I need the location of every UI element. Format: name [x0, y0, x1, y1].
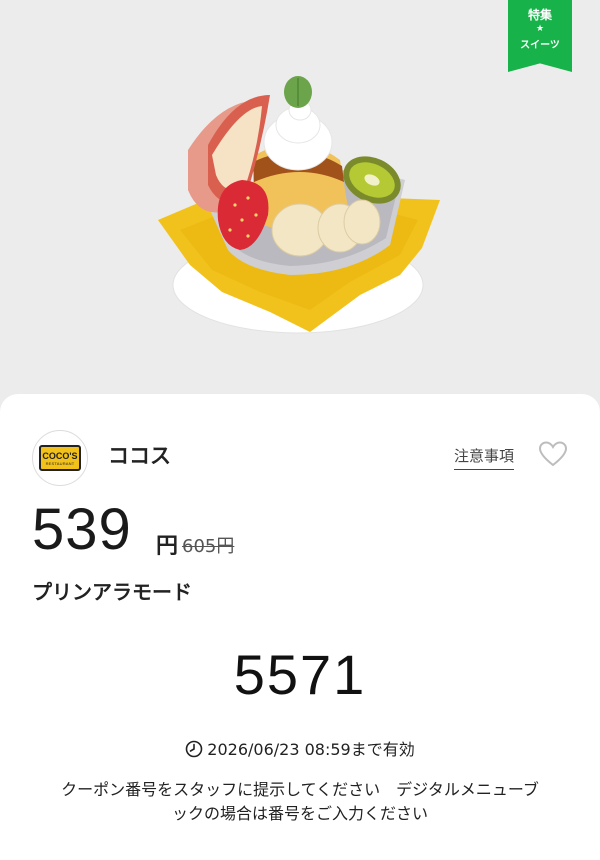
logo-text: COCO'S: [42, 450, 78, 461]
shop-name: ココス: [108, 444, 171, 468]
original-price: 605円: [182, 536, 235, 557]
item-name: プリンアラモード: [32, 580, 192, 604]
heart-outline-icon[interactable]: [538, 440, 568, 468]
shop-logo: COCO'S RESTAURANT: [32, 430, 88, 486]
badge-title: 特集: [527, 8, 552, 22]
hero-image-area: 特集 ★ スイーツ: [0, 0, 600, 400]
instruction-line-1: クーポン番号をスタッフに提示してください デジタルメニューブ: [61, 780, 539, 799]
notes-link[interactable]: 注意事項: [454, 445, 515, 470]
dessert-image: [158, 76, 440, 334]
clock-icon: [185, 740, 203, 758]
instruction-line-2: ックの場合は番号をご入力ください: [171, 804, 428, 823]
price-unit: 円: [156, 534, 179, 559]
star-icon: ★: [535, 24, 545, 34]
coupon-card: COCO'S RESTAURANT ココス 注意事項 539 円 605円 プリ…: [0, 394, 600, 860]
coupon-code: 5571: [233, 643, 367, 706]
current-price: 539: [32, 497, 132, 562]
expiry-row: 2026/06/23 08:59まで有効: [0, 736, 600, 760]
instruction-text: クーポン番号をスタッフに提示してください デジタルメニューブ ックの場合は番号を…: [0, 778, 600, 826]
badge-category: スイーツ: [520, 40, 560, 51]
feature-badge[interactable]: 特集 ★ スイーツ: [508, 0, 572, 72]
expiry-text: 2026/06/23 08:59まで有効: [207, 740, 415, 759]
logo-subtext: RESTAURANT: [45, 460, 75, 466]
